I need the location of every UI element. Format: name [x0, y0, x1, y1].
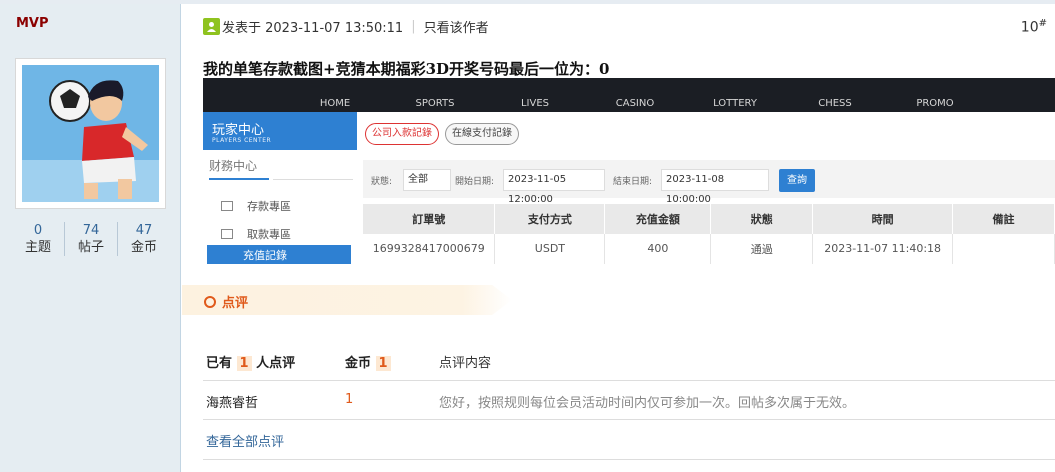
image-sidebar-item: 取款專區: [221, 226, 291, 242]
comment-coins: 1: [345, 392, 354, 407]
image-nav-bar: HOME SPORTS LIVES CASINO LOTTERY CHESS P…: [203, 78, 1055, 112]
post-time: 发表于 2023-11-07 13:50:11: [222, 20, 404, 36]
online-status-icon: [203, 17, 220, 35]
wallet-icon: [221, 201, 233, 211]
image-nav-home: HOME: [319, 98, 351, 109]
list-item: 海燕睿哲 1 您好，按照规则每位会员活动时间内仅可参加一次。回帖多次属于无效。: [206, 392, 1055, 411]
table-row: 1699328417000679 USDT 400 通過 2023-11-07 …: [363, 234, 1055, 264]
stat-coins[interactable]: 47 金币: [118, 222, 170, 256]
image-start-date: 2023-11-05 12:00:00: [503, 169, 605, 205]
post-title: 我的单笔存款截图+竞猜本期福彩3D开奖号码最后一位为：0: [203, 60, 610, 78]
image-query-button: 查詢: [779, 169, 815, 192]
image-nav-lives: LIVES: [520, 98, 550, 109]
image-nav-casino: CASINO: [615, 98, 655, 109]
image-sidebar-category: 财務中心: [209, 159, 258, 173]
image-filter-bar: 狀態: 全部 開始日期: 2023-11-05 12:00:00 結束日期: 2…: [363, 160, 1055, 205]
image-sidebar-item: 存款專區: [221, 198, 291, 214]
user-stats: 0 主题 74 帖子 47 金币: [12, 222, 170, 256]
image-sidebar-active: 充值記錄: [207, 245, 351, 264]
image-nav-lottery: LOTTERY: [713, 98, 757, 109]
image-status-select: 全部: [403, 169, 451, 191]
image-sidebar: 玩家中心 PLAYERS CENTER 财務中心 存款專區 取款專區 充值記錄: [203, 112, 357, 264]
image-deposit-table: 訂單號 支付方式 充值金額 狀態 時間 備註 1699328417000679 …: [363, 204, 1055, 264]
post-header: 发表于 2023-11-07 13:50:11 | 只看该作者: [203, 16, 489, 36]
floor-number[interactable]: 10#: [1021, 18, 1047, 36]
comment-content: 您好，按照规则每位会员活动时间内仅可参加一次。回帖多次属于无效。: [439, 396, 856, 411]
view-all-comments-link[interactable]: 查看全部点评: [206, 431, 284, 450]
image-content: 公司入款記錄 在線支付記錄 狀態: 全部 開始日期: 2023-11-05 12…: [357, 112, 1055, 264]
comment-coins-total: 金币 1: [345, 352, 439, 371]
image-nav-chess: CHESS: [818, 98, 852, 109]
withdraw-icon: [221, 229, 233, 239]
post-main: 发表于 2023-11-07 13:50:11 | 只看该作者 10# 我的单笔…: [182, 4, 1055, 472]
comment-section-title: 点评: [204, 292, 248, 311]
user-info-column: MVP 0 主题 74 帖子 47 金币: [0, 4, 181, 472]
stat-threads[interactable]: 0 主题: [12, 222, 65, 256]
stat-posts[interactable]: 74 帖子: [65, 222, 118, 256]
post-image[interactable]: HOME SPORTS LIVES CASINO LOTTERY CHESS P…: [203, 78, 1055, 264]
divider: |: [411, 18, 416, 34]
image-nav-promo: PROMO: [916, 98, 954, 109]
avatar-image: [22, 65, 159, 202]
only-author-link[interactable]: 只看该作者: [424, 17, 489, 36]
avatar[interactable]: [15, 58, 166, 209]
circle-icon: [204, 295, 216, 308]
username-link[interactable]: MVP: [16, 16, 49, 31]
comment-count: 已有 1 人点评: [206, 356, 296, 371]
image-tab-online: 在線支付記錄: [445, 123, 519, 145]
comment-user-link[interactable]: 海燕睿哲: [206, 392, 345, 411]
comment-header: 已有 1 人点评 金币 1 点评内容: [206, 352, 1055, 371]
image-nav-sports: SPORTS: [415, 98, 455, 109]
image-tab-company: 公司入款記錄: [365, 123, 439, 145]
image-sidebar-header: 玩家中心 PLAYERS CENTER: [203, 112, 357, 150]
comment-content-header: 点评内容: [439, 356, 492, 371]
image-end-date: 2023-11-08 10:00:00: [661, 169, 769, 205]
